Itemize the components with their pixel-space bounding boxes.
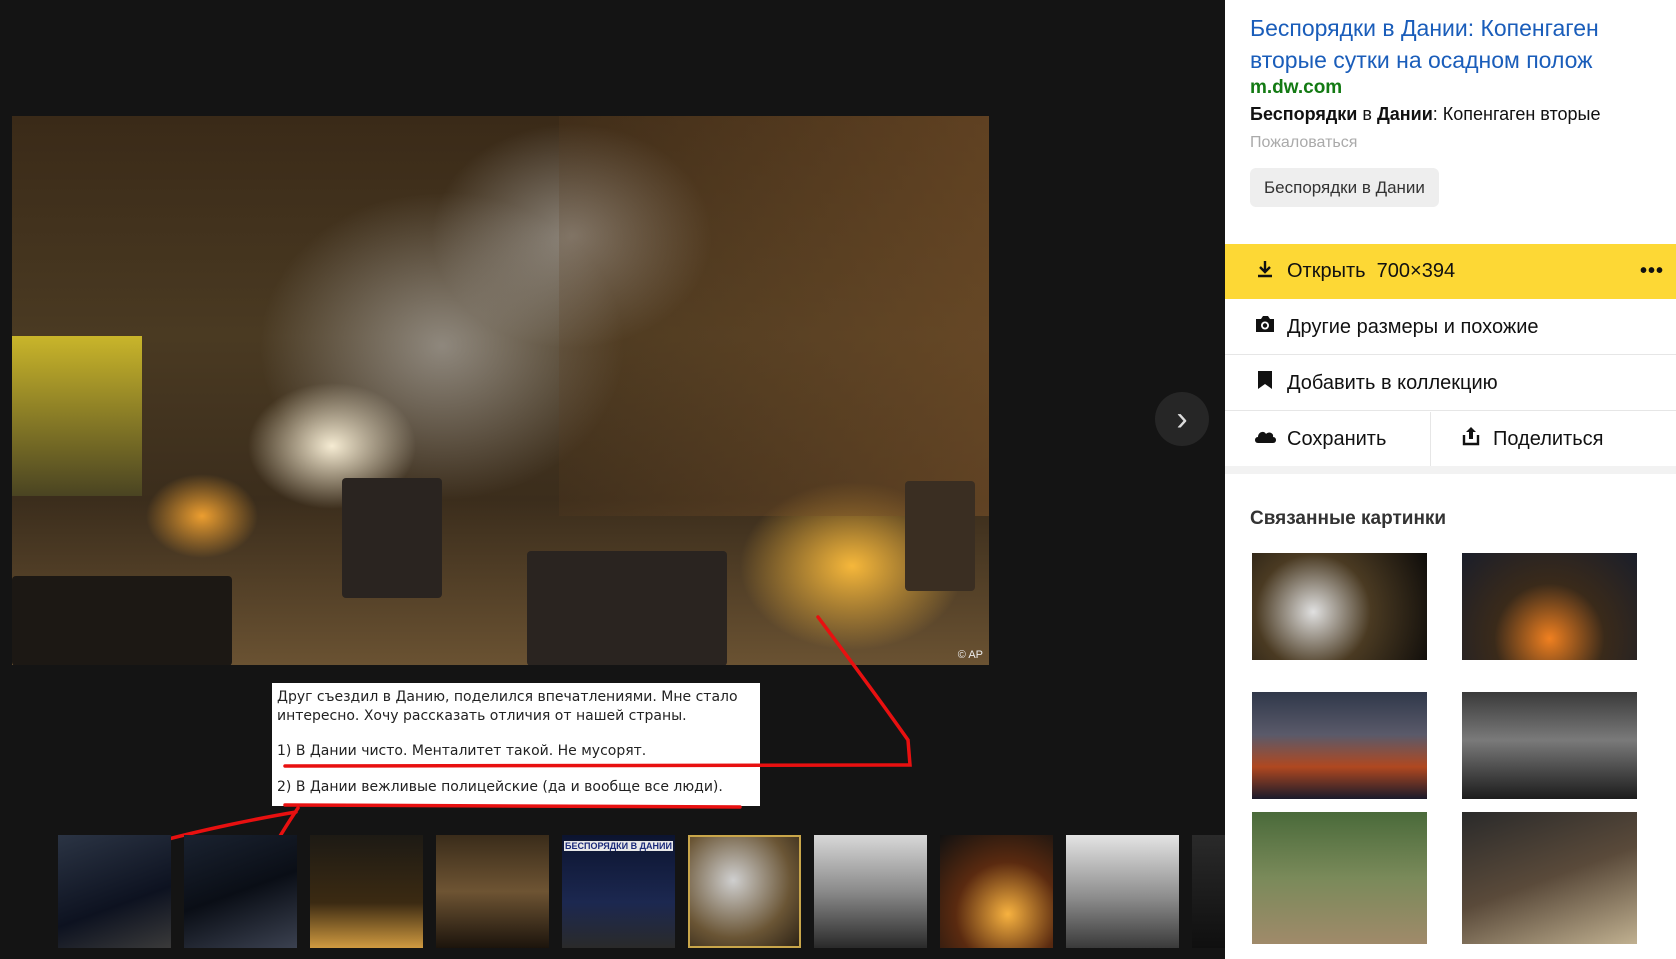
thumbnail-caption: БЕСПОРЯДКИ В ДАНИИ xyxy=(564,841,673,851)
image-viewer: © AP › Друг съездил в Данию, поделился в… xyxy=(0,0,1225,959)
image-credit: © AP xyxy=(957,649,983,661)
thumbnail[interactable] xyxy=(814,835,927,948)
complain-link[interactable]: Пожаловаться xyxy=(1250,134,1357,152)
related-image[interactable] xyxy=(1462,812,1637,944)
related-images-title: Связанные картинки xyxy=(1250,508,1447,529)
share-icon xyxy=(1459,426,1483,452)
snippet-bold: Дании xyxy=(1376,104,1433,124)
other-sizes-button[interactable]: Другие размеры и похожие xyxy=(1225,300,1676,355)
note-line: интересно. Хочу рассказать отличия от на… xyxy=(277,708,687,724)
note-item: 2) В Дании вежливые полицейские (да и во… xyxy=(277,779,723,795)
image-bin xyxy=(12,576,232,665)
camera-icon xyxy=(1253,314,1277,340)
snippet-text: : Копенгаген вторые xyxy=(1432,104,1601,124)
save-button[interactable]: Сохранить xyxy=(1225,412,1430,467)
bookmark-icon xyxy=(1253,370,1277,396)
thumbnail[interactable]: БЕСПОРЯДКИ В ДАНИИ xyxy=(562,835,675,948)
thumbnail[interactable] xyxy=(436,835,549,948)
more-options-icon[interactable]: ••• xyxy=(1640,260,1664,283)
image-truck-region xyxy=(12,336,142,496)
comment-note: Друг съездил в Данию, поделился впечатле… xyxy=(272,683,760,806)
note-line: Друг съездил в Данию, поделился впечатле… xyxy=(277,689,738,705)
next-image-button[interactable]: › xyxy=(1155,392,1209,446)
thumbnail-strip: БЕСПОРЯДКИ В ДАНИИ xyxy=(58,835,1225,948)
download-icon xyxy=(1253,259,1277,285)
thumbnail[interactable] xyxy=(940,835,1053,948)
divider xyxy=(1225,466,1676,474)
snippet-bold: Беспорядки xyxy=(1250,104,1358,124)
main-image[interactable]: © AP xyxy=(12,116,989,665)
open-label: Открыть xyxy=(1287,260,1366,282)
related-image[interactable] xyxy=(1462,553,1637,660)
open-image-button[interactable]: Открыть 700×394 ••• xyxy=(1225,244,1676,299)
note-item: 1) В Дании чисто. Менталитет такой. Не м… xyxy=(277,743,647,759)
source-domain-link[interactable]: m.dw.com xyxy=(1250,77,1342,99)
cloud-icon xyxy=(1253,427,1277,451)
related-image[interactable] xyxy=(1252,812,1427,944)
source-title-line: Беспорядки в Дании: Копенгаген xyxy=(1250,15,1599,41)
thumbnail[interactable] xyxy=(310,835,423,948)
related-image[interactable] xyxy=(1252,553,1427,660)
open-size: 700×394 xyxy=(1376,260,1456,282)
image-bin xyxy=(905,481,975,591)
thumbnail[interactable] xyxy=(58,835,171,948)
image-building-region xyxy=(559,116,989,516)
thumbnail[interactable] xyxy=(184,835,297,948)
save-label: Сохранить xyxy=(1287,427,1387,450)
add-to-collection-button[interactable]: Добавить в коллекцию xyxy=(1225,356,1676,411)
image-bin xyxy=(527,551,727,665)
info-sidebar: Беспорядки в Дании: Копенгаген вторые су… xyxy=(1225,0,1676,959)
add-collection-label: Добавить в коллекцию xyxy=(1287,371,1498,394)
source-snippet: Беспорядки в Дании: Копенгаген вторые xyxy=(1250,104,1670,125)
related-image[interactable] xyxy=(1462,692,1637,799)
source-title-line: вторые сутки на осадном полож xyxy=(1250,47,1593,73)
source-title-link[interactable]: Беспорядки в Дании: Копенгаген вторые су… xyxy=(1250,12,1660,76)
related-image[interactable] xyxy=(1252,692,1427,799)
image-bin xyxy=(342,478,442,598)
chevron-right-icon: › xyxy=(1176,399,1188,438)
thumbnail-active[interactable] xyxy=(688,835,801,948)
search-tag-button[interactable]: Беспорядки в Дании xyxy=(1250,168,1439,207)
thumbnail[interactable] xyxy=(1192,835,1225,948)
thumbnail[interactable] xyxy=(1066,835,1179,948)
other-sizes-label: Другие размеры и похожие xyxy=(1287,315,1539,338)
share-button[interactable]: Поделиться xyxy=(1430,412,1676,467)
share-label: Поделиться xyxy=(1493,427,1604,450)
snippet-text: в xyxy=(1357,104,1377,124)
